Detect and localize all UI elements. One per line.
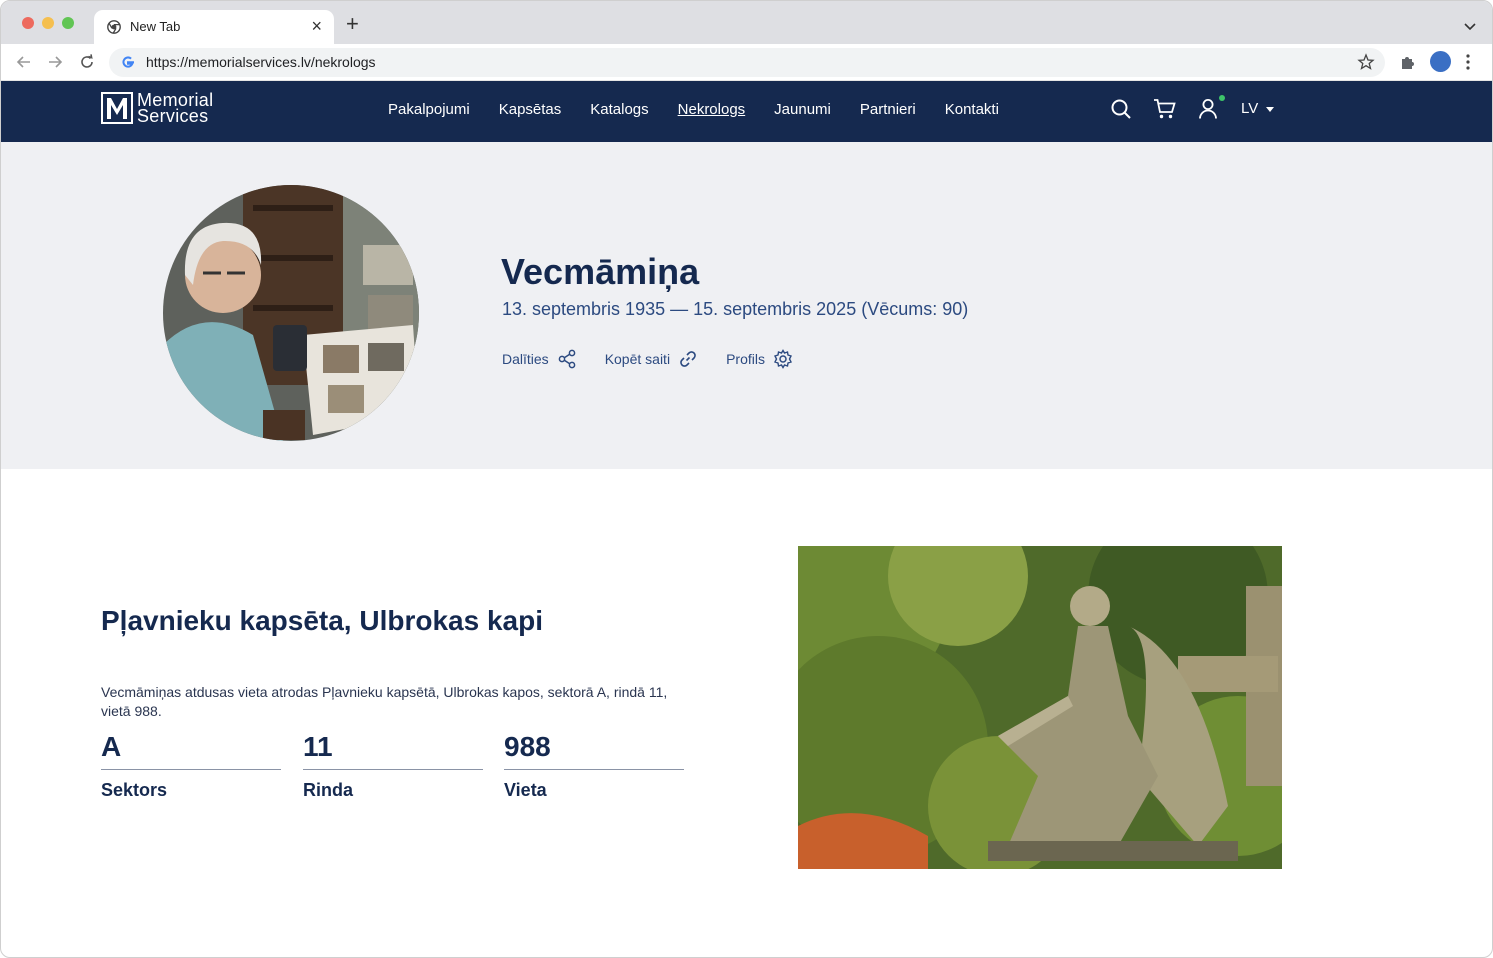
gear-icon (773, 349, 792, 369)
search-icon[interactable] (1110, 98, 1132, 125)
logo-line-2: Services (137, 106, 209, 126)
browser-toolbar: https://memorialservices.lv/nekrologs (1, 44, 1492, 81)
site-header: Memorial Services Pakalpojumi Kapsētas K… (1, 81, 1492, 142)
reload-icon[interactable] (78, 53, 96, 76)
sector-stat: A Sektors (101, 731, 281, 801)
row-value: 11 (303, 731, 483, 770)
logo-wordmark: Memorial Services (137, 91, 213, 126)
new-tab-icon[interactable]: + (346, 13, 359, 35)
profile-label: Profils (726, 351, 765, 367)
site-logo[interactable]: Memorial Services (101, 91, 213, 126)
deceased-portrait (163, 185, 419, 441)
sector-label: Sektors (101, 780, 168, 800)
obituary-hero: Vecmāmiņa 13. septembris 1935 — 15. sept… (1, 142, 1492, 469)
browser-tab[interactable]: New Tab × (94, 10, 334, 44)
tab-title: New Tab (130, 19, 181, 34)
minimize-window-button[interactable] (42, 17, 54, 29)
copy-link-label: Kopēt saiti (604, 351, 671, 367)
main-navigation: Pakalpojumi Kapsētas Katalogs Nekrologs … (388, 101, 1028, 118)
nav-item-pakalpojumi[interactable]: Pakalpojumi (388, 101, 470, 118)
nav-item-katalogs[interactable]: Katalogs (590, 101, 648, 118)
row-stat: 11 Rinda (303, 731, 483, 801)
tab-strip: New Tab × + (1, 1, 1492, 44)
chrome-icon (107, 20, 121, 39)
extensions-puzzle-icon[interactable] (1399, 53, 1417, 76)
link-icon (680, 351, 696, 367)
address-bar[interactable]: https://memorialservices.lv/nekrologs (109, 48, 1385, 77)
nav-item-nekrologs[interactable]: Nekrologs (678, 101, 746, 118)
maximize-window-button[interactable] (62, 17, 74, 29)
angel-statue-image (798, 546, 1282, 869)
browser-window: New Tab × + https://memorialservices.lv/… (0, 0, 1493, 958)
bookmark-star-icon[interactable] (1357, 53, 1375, 76)
online-status-indicator (1219, 95, 1225, 101)
url-text[interactable]: https://memorialservices.lv/nekrologs (146, 54, 376, 70)
back-icon[interactable] (15, 53, 33, 76)
browser-profile-avatar[interactable] (1430, 51, 1451, 72)
share-label: Dalīties (502, 351, 549, 367)
cemetery-description: Vecmāmiņas atdusas vieta atrodas Pļavnie… (101, 684, 668, 719)
user-icon[interactable] (1198, 98, 1218, 125)
place-label: Vieta (504, 780, 547, 800)
google-icon (120, 54, 136, 75)
more-menu-icon[interactable] (1465, 53, 1471, 76)
row-label: Rinda (303, 780, 354, 800)
logo-m-icon (101, 92, 133, 124)
share-icon (558, 349, 576, 369)
nav-item-kontakti[interactable]: Kontakti (945, 101, 999, 118)
forward-icon[interactable] (46, 53, 64, 76)
life-dates: 13. septembris 1935 — 15. septembris 202… (502, 299, 969, 319)
place-stat: 988 Vieta (504, 731, 684, 801)
sector-value: A (101, 731, 281, 770)
cemetery-title: Pļavnieku kapsēta, Ulbrokas kapi (101, 605, 543, 636)
share-button[interactable]: Dalīties (502, 349, 577, 369)
language-selector[interactable]: LV (1241, 100, 1275, 117)
nav-item-kapsetas[interactable]: Kapsētas (499, 101, 562, 118)
close-tab-icon[interactable]: × (311, 16, 322, 36)
cart-icon[interactable] (1153, 98, 1177, 125)
copy-link-button[interactable]: Kopēt saiti (605, 349, 698, 369)
language-label: LV (1241, 100, 1259, 117)
chevron-down-icon[interactable] (1464, 18, 1476, 36)
nav-item-partnieri[interactable]: Partnieri (860, 101, 916, 118)
close-window-button[interactable] (22, 17, 34, 29)
nav-item-jaunumi[interactable]: Jaunumi (774, 101, 831, 118)
caret-down-icon (1266, 106, 1275, 112)
profile-settings-button[interactable]: Profils (726, 349, 793, 369)
place-value: 988 (504, 731, 684, 770)
profile-actions: Dalīties Kopēt saiti Profils (502, 349, 821, 369)
deceased-name: Vecmāmiņa (501, 251, 700, 292)
